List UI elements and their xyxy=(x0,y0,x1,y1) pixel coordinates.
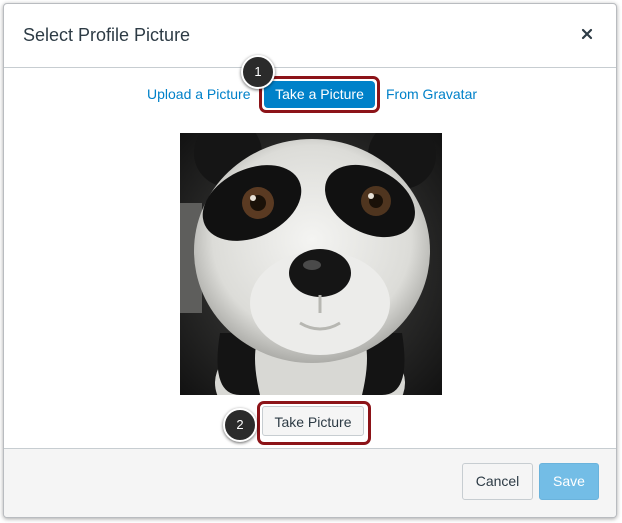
camera-preview xyxy=(180,133,442,395)
take-picture-highlight-frame: Take Picture xyxy=(257,401,371,445)
dialog-header: Select Profile Picture xyxy=(4,4,616,68)
picture-source-tabs: Upload a Picture Take a Picture From Gra… xyxy=(4,76,616,113)
take-picture-button[interactable]: Take Picture xyxy=(262,406,364,436)
tab-highlight-frame: Take a Picture xyxy=(259,76,380,113)
panda-plush-image xyxy=(180,133,442,395)
dialog-title: Select Profile Picture xyxy=(23,25,191,45)
tab-upload-a-picture[interactable]: Upload a Picture xyxy=(147,86,251,102)
tab-from-gravatar[interactable]: From Gravatar xyxy=(386,86,477,102)
select-profile-picture-dialog: Select Profile Picture Upload a Picture … xyxy=(3,3,617,518)
tab-take-a-picture[interactable]: Take a Picture xyxy=(264,81,375,108)
callout-badge-2: 2 xyxy=(223,408,257,442)
cancel-button[interactable]: Cancel xyxy=(462,463,533,500)
save-button[interactable]: Save xyxy=(539,463,599,500)
close-icon[interactable] xyxy=(578,25,596,43)
callout-badge-1: 1 xyxy=(241,55,275,89)
dialog-footer: Cancel Save xyxy=(4,448,616,517)
